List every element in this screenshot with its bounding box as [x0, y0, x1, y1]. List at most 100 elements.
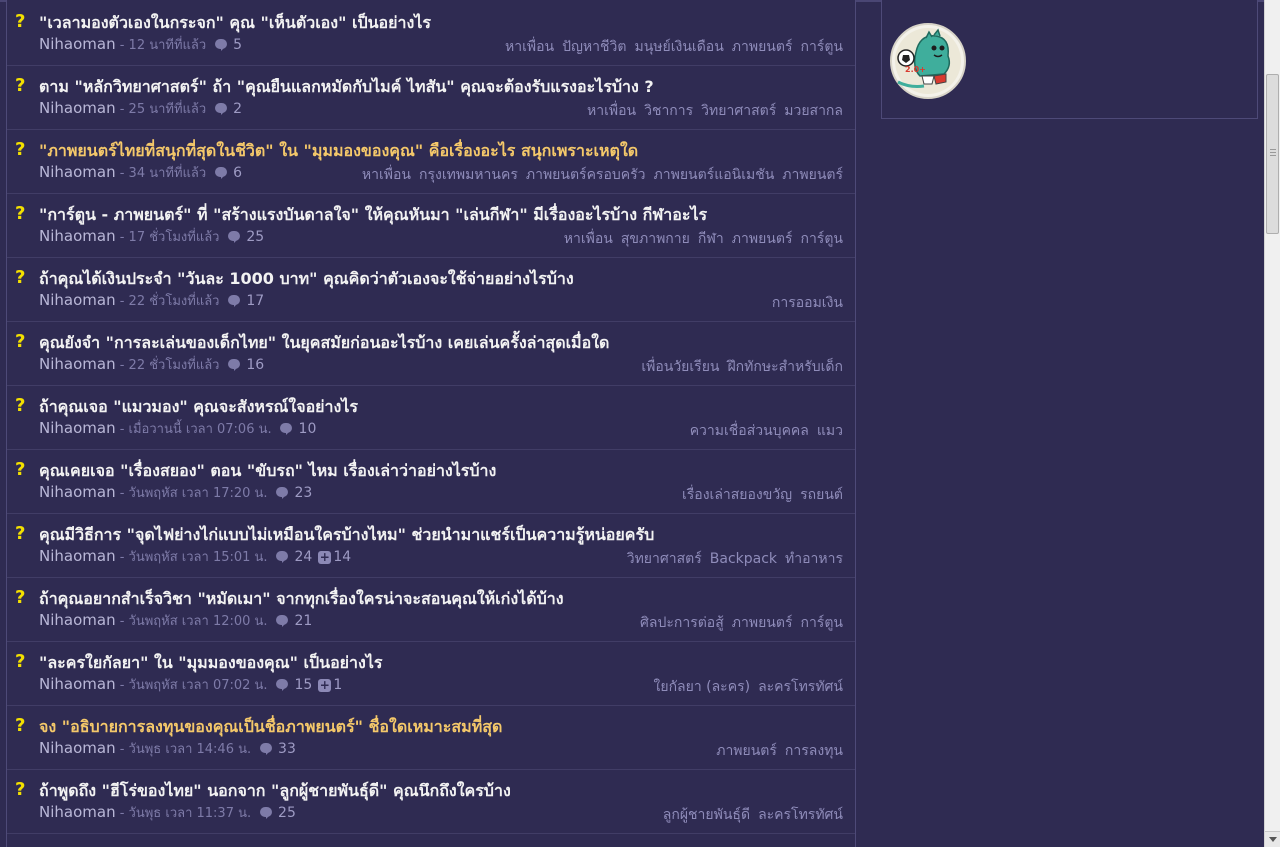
author-link[interactable]: Nihaoman: [39, 99, 116, 117]
topic-row[interactable]: ? "ละครใยกัลยา" ใน "มุมมองของคุณ" เป็นอย…: [7, 642, 855, 706]
post-time: 12 นาทีที่แล้ว: [128, 38, 207, 53]
tag-link[interactable]: หาเพื่อน: [564, 231, 613, 247]
tag-link[interactable]: การ์ตูน: [800, 615, 843, 631]
comment-count: 6: [233, 165, 243, 181]
tag-link[interactable]: การ์ตูน: [800, 231, 843, 247]
scroll-down-arrow-icon[interactable]: [1265, 831, 1280, 847]
tag-link[interactable]: หาเพื่อน: [587, 103, 636, 119]
topic-row[interactable]: ? คุณยังจำ "การละเล่นของเด็กไทย" ในยุคสม…: [7, 322, 855, 386]
topic-meta: Nihaoman - 12 นาทีที่แล้ว 5: [39, 35, 242, 55]
author-link[interactable]: Nihaoman: [39, 163, 116, 181]
tag-link[interactable]: ละครโทรทัศน์: [758, 679, 843, 695]
author-link[interactable]: Nihaoman: [39, 483, 116, 501]
author-link[interactable]: Nihaoman: [39, 419, 116, 437]
topic-title-link[interactable]: ถ้าคุณอยากสำเร็จวิชา "หมัดเมา" จากทุกเรื…: [39, 588, 564, 610]
tag-link[interactable]: ความเชื่อส่วนบุคคล: [690, 423, 809, 439]
author-link[interactable]: Nihaoman: [39, 355, 116, 373]
tag-link[interactable]: เรื่องเล่าสยองขวัญ: [682, 487, 792, 503]
topic-title-link[interactable]: ถ้าพูดถึง "ฮีโร่ของไทย" นอกจาก "ลูกผู้ชา…: [39, 780, 511, 802]
author-link[interactable]: Nihaoman: [39, 291, 116, 309]
tag-link[interactable]: วิทยาศาสตร์: [627, 551, 702, 567]
dinosaur-sticker-icon[interactable]: 2.0+: [890, 22, 966, 100]
topic-title-link[interactable]: "เวลามองตัวเองในกระจก" คุณ "เห็นตัวเอง" …: [39, 12, 431, 34]
tag-link[interactable]: เพื่อนวัยเรียน: [641, 359, 719, 375]
tag-link[interactable]: ใยกัลยา (ละคร): [654, 679, 751, 695]
author-link[interactable]: Nihaoman: [39, 739, 116, 757]
tag-link[interactable]: การออมเงิน: [772, 295, 843, 311]
tag-link[interactable]: การลงทุน: [785, 743, 843, 759]
topic-row[interactable]: ? ถ้าคุณอยากสำเร็จวิชา "หมัดเมา" จากทุกเ…: [7, 578, 855, 642]
tag-link[interactable]: วิทยาศาสตร์: [701, 103, 776, 119]
post-time: วันพุธ เวลา 14:46 น.: [128, 742, 252, 757]
scrollbar-thumb[interactable]: [1266, 74, 1279, 234]
topic-title-link[interactable]: "ละครใยกัลยา" ใน "มุมมองของคุณ" เป็นอย่า…: [39, 652, 383, 674]
plus-icon: +: [318, 678, 332, 692]
author-link[interactable]: Nihaoman: [39, 547, 116, 565]
topic-row[interactable]: ? คุณมีวิธีการ "จุดไฟย่างไก่แบบไม่เหมือน…: [7, 514, 855, 578]
vertical-scrollbar[interactable]: [1264, 0, 1280, 847]
topic-title-link[interactable]: ตาม "หลักวิทยาศาสตร์" ถ้า "คุณยืนแลกหมัด…: [39, 76, 654, 98]
author-link[interactable]: Nihaoman: [39, 803, 116, 821]
topic-tags: เรื่องเล่าสยองขวัญ รถยนต์: [674, 486, 843, 504]
comment-count: 23: [294, 485, 313, 501]
topic-meta: Nihaoman - วันพุธ เวลา 14:46 น. 33: [39, 739, 296, 759]
topic-title-link[interactable]: จง "อธิบายการลงทุนของคุณเป็นชื่อภาพยนตร์…: [39, 716, 502, 738]
topic-row[interactable]: ? ถ้าพูดถึง "ฮีโร่ของไทย" นอกจาก "ลูกผู้…: [7, 770, 855, 834]
topic-title-link[interactable]: "ภาพยนตร์ไทยที่สนุกที่สุดในชีวิต" ใน "มุ…: [39, 140, 638, 162]
topic-title-link[interactable]: คุณเคยเจอ "เรื่องสยอง" ตอน "ขับรถ" ไหม เ…: [39, 460, 496, 482]
tag-link[interactable]: การ์ตูน: [800, 39, 843, 55]
tag-link[interactable]: ละครโทรทัศน์: [758, 807, 843, 823]
topic-title-link[interactable]: "การ์ตูน - ภาพยนตร์" ที่ "สร้างแรงบันดาล…: [39, 204, 707, 226]
tag-link[interactable]: ภาพยนตร์: [732, 231, 793, 247]
post-time: วันพฤหัส เวลา 15:01 น.: [128, 550, 268, 565]
tag-link[interactable]: ภาพยนตร์: [732, 615, 793, 631]
topic-row[interactable]: ? ถ้าคุณได้เงินประจำ "วันละ 1000 บาท" คุ…: [7, 258, 855, 322]
tag-link[interactable]: กีฬา: [698, 231, 724, 247]
author-link[interactable]: Nihaoman: [39, 675, 116, 693]
tag-link[interactable]: วิชาการ: [644, 103, 693, 119]
tag-link[interactable]: ภาพยนตร์: [716, 743, 777, 759]
comment-count: 2: [233, 101, 243, 117]
tag-link[interactable]: ภาพยนตร์แอนิเมชัน: [654, 167, 775, 183]
question-icon: ?: [15, 779, 26, 800]
tag-link[interactable]: มวยสากล: [784, 103, 843, 119]
topic-title-link[interactable]: คุณยังจำ "การละเล่นของเด็กไทย" ในยุคสมัย…: [39, 332, 609, 354]
author-link[interactable]: Nihaoman: [39, 35, 116, 53]
tag-link[interactable]: รถยนต์: [800, 487, 843, 503]
meta-separator: -: [115, 358, 129, 373]
topic-title-link[interactable]: คุณมีวิธีการ "จุดไฟย่างไก่แบบไม่เหมือนใค…: [39, 524, 654, 546]
comment-count-group: 33: [259, 740, 296, 758]
tag-link[interactable]: Backpack: [710, 551, 777, 567]
tag-link[interactable]: มนุษย์เงินเดือน: [634, 39, 723, 55]
tag-link[interactable]: ทำอาหาร: [785, 551, 843, 567]
tag-link[interactable]: หาเพื่อน: [362, 167, 411, 183]
post-time: เมื่อวานนี้ เวลา 07:06 น.: [128, 422, 272, 437]
tag-link[interactable]: ลูกผู้ชายพันธุ์ดี: [663, 807, 750, 823]
tag-link[interactable]: แมว: [817, 423, 843, 439]
tag-link[interactable]: ศิลปะการต่อสู้: [640, 615, 724, 631]
tag-link[interactable]: กรุงเทพมหานคร: [419, 167, 518, 183]
comment-bubble-icon: [259, 743, 272, 755]
topic-list: ? "เวลามองตัวเองในกระจก" คุณ "เห็นตัวเอง…: [7, 2, 855, 834]
topic-row[interactable]: ? ตาม "หลักวิทยาศาสตร์" ถ้า "คุณยืนแลกหม…: [7, 66, 855, 130]
topic-title-link[interactable]: ถ้าคุณเจอ "แมวมอง" คุณจะสังหรณ์ใจอย่างไร: [39, 396, 358, 418]
tag-link[interactable]: ภาพยนตร์ครอบครัว: [526, 167, 646, 183]
plus-count: 1: [333, 677, 343, 693]
topic-row[interactable]: ? คุณเคยเจอ "เรื่องสยอง" ตอน "ขับรถ" ไหม…: [7, 450, 855, 514]
topic-row[interactable]: ? "การ์ตูน - ภาพยนตร์" ที่ "สร้างแรงบันด…: [7, 194, 855, 258]
topic-row[interactable]: ? จง "อธิบายการลงทุนของคุณเป็นชื่อภาพยนต…: [7, 706, 855, 770]
author-link[interactable]: Nihaoman: [39, 611, 116, 629]
comment-bubble-icon: [227, 295, 240, 307]
tag-link[interactable]: ภาพยนตร์: [782, 167, 843, 183]
topic-title-link[interactable]: ถ้าคุณได้เงินประจำ "วันละ 1000 บาท" คุณค…: [39, 268, 574, 290]
topic-row[interactable]: ? "ภาพยนตร์ไทยที่สนุกที่สุดในชีวิต" ใน "…: [7, 130, 855, 194]
topic-tags: หาเพื่อน วิชาการ วิทยาศาสตร์ มวยสากล: [579, 102, 843, 120]
author-link[interactable]: Nihaoman: [39, 227, 116, 245]
tag-link[interactable]: ฝึกทักษะสำหรับเด็ก: [727, 359, 843, 375]
tag-link[interactable]: หาเพื่อน: [505, 39, 554, 55]
topic-row[interactable]: ? ถ้าคุณเจอ "แมวมอง" คุณจะสังหรณ์ใจอย่าง…: [7, 386, 855, 450]
tag-link[interactable]: ปัญหาชีวิต: [562, 39, 626, 55]
topic-row[interactable]: ? "เวลามองตัวเองในกระจก" คุณ "เห็นตัวเอง…: [7, 2, 855, 66]
tag-link[interactable]: ภาพยนตร์: [732, 39, 793, 55]
tag-link[interactable]: สุขภาพกาย: [621, 231, 690, 247]
